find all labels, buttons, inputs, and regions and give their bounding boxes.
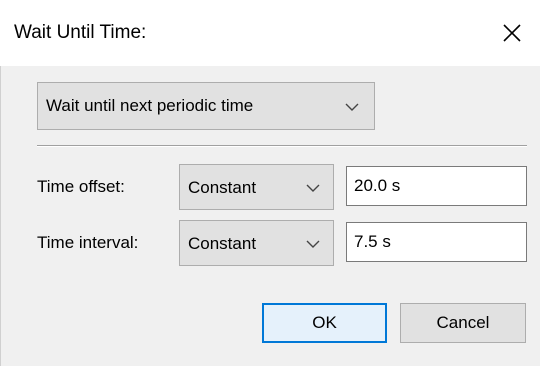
cancel-button[interactable]: Cancel xyxy=(400,303,526,343)
dialog-body: Wait until next periodic time Time offse… xyxy=(0,66,540,366)
close-button[interactable] xyxy=(484,10,540,56)
title-bar: Wait Until Time: xyxy=(0,0,540,66)
wait-until-time-dialog: Wait Until Time: Wait until next periodi… xyxy=(0,0,540,366)
time-offset-input[interactable] xyxy=(346,166,527,206)
separator xyxy=(37,145,527,147)
wait-mode-value: Wait until next periodic time xyxy=(46,96,254,115)
time-offset-type-dropdown[interactable]: Constant xyxy=(179,164,334,210)
time-interval-label: Time interval: xyxy=(37,233,139,252)
time-interval-input[interactable] xyxy=(346,222,527,262)
time-interval-type-dropdown[interactable]: Constant xyxy=(179,220,334,266)
dialog-title: Wait Until Time: xyxy=(14,22,147,43)
chevron-down-icon xyxy=(345,103,359,111)
ok-button[interactable]: OK xyxy=(262,303,387,343)
chevron-down-icon xyxy=(306,184,320,192)
chevron-down-icon xyxy=(306,240,320,248)
wait-mode-dropdown[interactable]: Wait until next periodic time xyxy=(37,82,375,130)
time-interval-type-value: Constant xyxy=(188,234,257,253)
time-offset-label: Time offset: xyxy=(37,177,125,196)
time-offset-type-value: Constant xyxy=(188,178,257,197)
close-icon xyxy=(503,24,521,42)
